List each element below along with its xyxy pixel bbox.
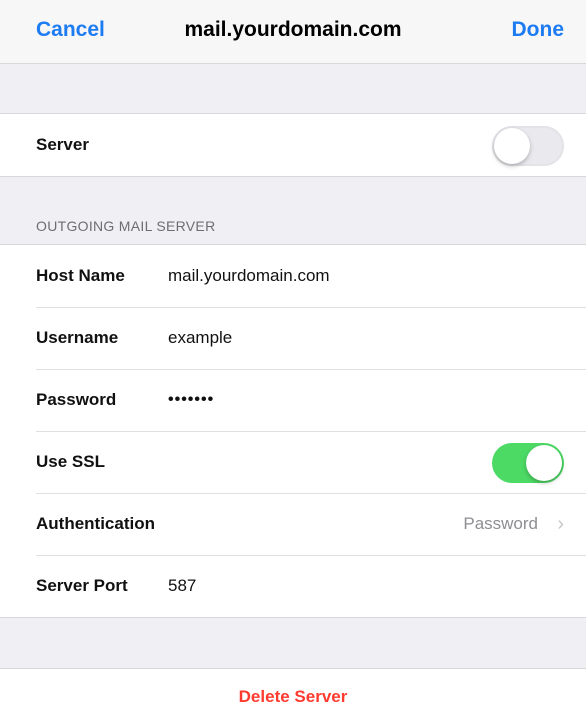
use-ssl-label: Use SSL [36, 452, 105, 471]
chevron-right-icon: › [557, 513, 564, 535]
page-title: mail.yourdomain.com [184, 18, 402, 41]
use-ssl-toggle[interactable] [492, 443, 564, 483]
outgoing-server-group: Host Name mail.yourdomain.com Username e… [0, 244, 586, 618]
server-port-field[interactable]: 587 [168, 555, 196, 617]
host-name-row[interactable]: Host Name mail.yourdomain.com [0, 245, 586, 307]
server-group: Server [0, 113, 586, 177]
password-row[interactable]: Password ••••••• [0, 369, 586, 431]
server-label: Server [36, 135, 89, 154]
host-name-field[interactable]: mail.yourdomain.com [168, 245, 330, 307]
server-row: Server [0, 114, 586, 176]
username-label: Username [36, 328, 119, 347]
server-port-label: Server Port [36, 576, 128, 595]
username-field[interactable]: example [168, 307, 232, 369]
authentication-row[interactable]: Authentication Password › [0, 493, 586, 555]
authentication-value: Password [463, 514, 538, 533]
outgoing-section-header: OUTGOING MAIL SERVER [36, 218, 216, 234]
password-label: Password [36, 390, 117, 409]
username-row[interactable]: Username example [0, 307, 586, 369]
host-name-label: Host Name [36, 266, 125, 285]
use-ssl-row: Use SSL [0, 431, 586, 493]
done-button[interactable]: Done [512, 18, 565, 42]
navigation-bar: Cancel mail.yourdomain.com Done [0, 0, 586, 64]
delete-server-button[interactable]: Delete Server [0, 668, 586, 722]
password-field[interactable]: ••••••• [168, 369, 214, 431]
server-toggle[interactable] [492, 126, 564, 166]
server-port-row[interactable]: Server Port 587 [0, 555, 586, 617]
authentication-label: Authentication [36, 514, 155, 533]
